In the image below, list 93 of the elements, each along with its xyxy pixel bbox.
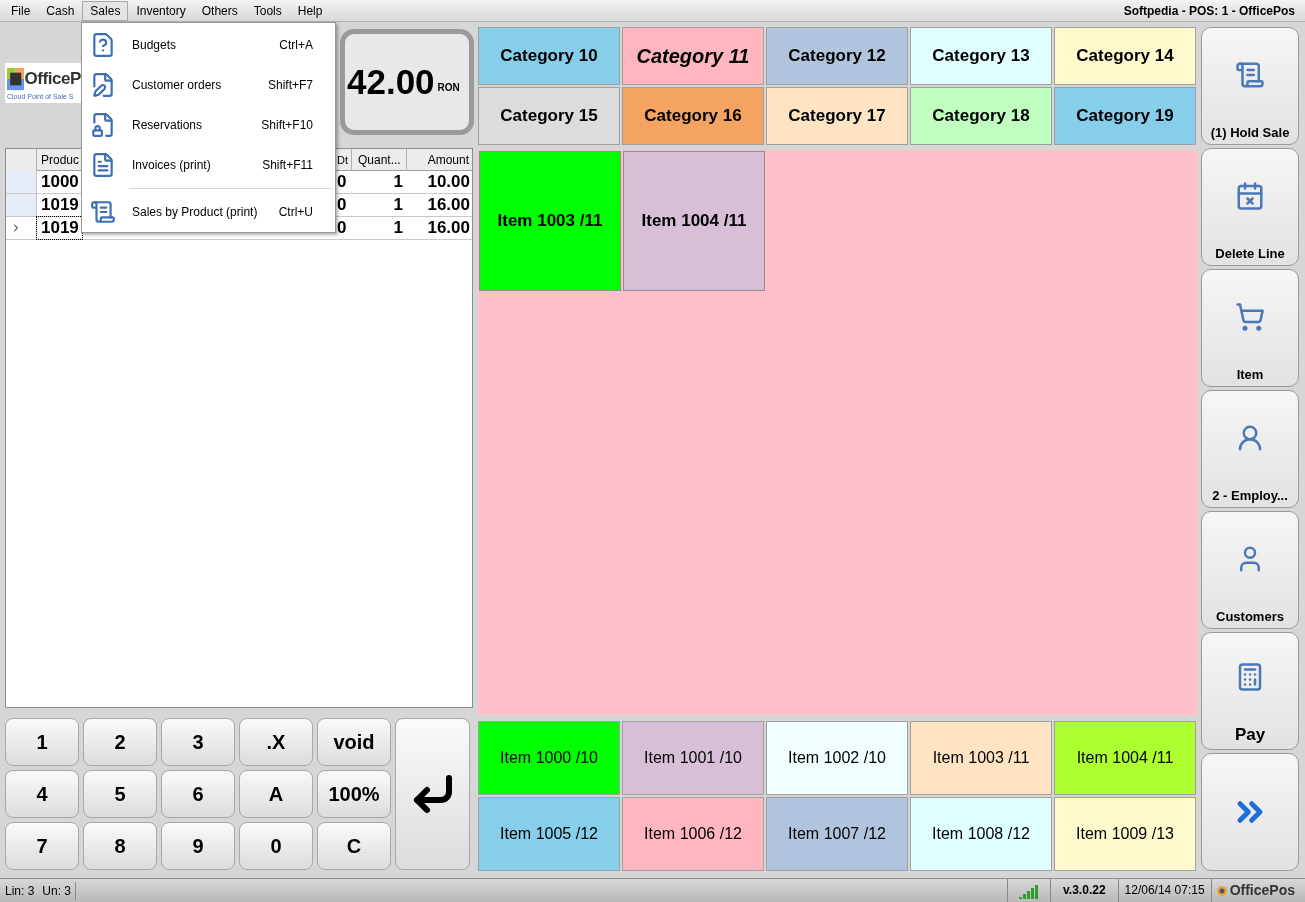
category-tab[interactable]: Category 19: [1054, 87, 1196, 145]
status-text: Un: 3: [34, 881, 77, 900]
category-tab[interactable]: Category 11: [622, 27, 764, 85]
item-button[interactable]: Item 1002 /10: [766, 721, 908, 795]
category-tab[interactable]: Category 13: [910, 27, 1052, 85]
category-tab[interactable]: Category 12: [766, 27, 908, 85]
column-header[interactable]: Produc: [37, 149, 82, 171]
table-cell-text: 0: [337, 171, 348, 193]
logo-name: OfficeP: [24, 68, 81, 91]
menu-entry[interactable]: Sales by Product (print) Ctrl+U: [82, 192, 335, 232]
menu-entry[interactable]: Reservations Shift+F10: [82, 105, 335, 145]
document-icon: [90, 199, 116, 225]
item-button[interactable]: Item 1005 /12: [478, 797, 620, 871]
item-button[interactable]: Item 1009 /13: [1054, 797, 1196, 871]
action-icon: [1235, 60, 1265, 91]
document-icon: [90, 112, 116, 138]
menu-entry[interactable]: Budgets Ctrl+A: [82, 25, 335, 65]
action-button[interactable]: Pay: [1201, 632, 1299, 750]
menu-item[interactable]: Cash: [38, 0, 83, 21]
total-amount: 42.00: [347, 60, 435, 103]
item-button[interactable]: Item 1004 /11: [623, 151, 765, 291]
item-button[interactable]: Item 1000 /10: [478, 721, 620, 795]
category-tab[interactable]: Category 16: [622, 87, 764, 145]
keypad-key[interactable]: 3: [161, 718, 235, 766]
keypad-key[interactable]: A: [239, 770, 313, 818]
menu-entry[interactable]: Invoices (print) Shift+F11: [82, 145, 335, 185]
category-tab[interactable]: Category 14: [1054, 27, 1196, 85]
column-header[interactable]: Quant...: [352, 149, 407, 171]
column-header[interactable]: Dt: [337, 149, 352, 171]
table-cell: 1019: [37, 217, 82, 239]
keypad-key[interactable]: void: [317, 718, 391, 766]
table-cell-text: 1: [392, 217, 404, 239]
keypad-key[interactable]: 8: [83, 822, 157, 870]
version-text: v.3.0.22: [1050, 879, 1118, 902]
category-tab[interactable]: Category 18: [910, 87, 1052, 145]
keypad-key[interactable]: 0: [239, 822, 313, 870]
table-cell-text: 10.00: [426, 171, 471, 193]
item-button[interactable]: Item 1007 /12: [766, 797, 908, 871]
table-cell-text: 1019: [40, 194, 80, 216]
document-icon: [90, 72, 116, 98]
item-button[interactable]: Item 1008 /12: [910, 797, 1052, 871]
logo-icon: [1215, 884, 1228, 897]
keypad-key[interactable]: 9: [161, 822, 235, 870]
category-tab[interactable]: Category 15: [478, 87, 620, 145]
action-button[interactable]: (1) Hold Sale: [1201, 27, 1299, 145]
menu-item[interactable]: Others: [193, 0, 246, 21]
table-cell-text: 1: [392, 171, 404, 193]
table-cell-text: 16.00: [426, 194, 471, 216]
keypad-key[interactable]: 100%: [317, 770, 391, 818]
keypad-key[interactable]: 5: [83, 770, 157, 818]
status-text: Lin: 3: [4, 882, 35, 900]
currency-label: RON: [437, 80, 460, 95]
menu-entry[interactable]: Customer orders Shift+F7: [82, 65, 335, 105]
column-header[interactable]: Amount: [407, 149, 473, 171]
menu-item[interactable]: Inventory: [128, 0, 194, 21]
keypad-key[interactable]: 2: [83, 718, 157, 766]
keypad-key[interactable]: 1: [5, 718, 79, 766]
item-button[interactable]: Item 1003 /11: [910, 721, 1052, 795]
category-tab[interactable]: Category 17: [766, 87, 908, 145]
enter-key[interactable]: [395, 718, 470, 870]
action-button[interactable]: 2 - Employ...: [1201, 390, 1299, 508]
menu-item[interactable]: Help: [289, 0, 331, 21]
category-tab[interactable]: Category 10: [478, 27, 620, 85]
window-title: Softpedia - POS: 1 - OfficePos: [1123, 2, 1295, 20]
item-button[interactable]: Item 1004 /11: [1054, 721, 1196, 795]
table-cell-text: 0: [337, 217, 348, 239]
table-cell-text: 0: [337, 194, 348, 216]
keypad-key[interactable]: 6: [161, 770, 235, 818]
table-cell-text: 1000: [40, 171, 80, 193]
item-button[interactable]: Item 1003 /11: [479, 151, 621, 291]
action-icon: [1235, 302, 1265, 333]
action-icon: [1235, 181, 1265, 212]
table-cell-text: 16.00: [426, 217, 471, 239]
action-button[interactable]: Item: [1201, 269, 1299, 387]
menu-item[interactable]: Sales: [82, 0, 129, 21]
menu-item[interactable]: Tools: [245, 0, 290, 21]
keypad-key[interactable]: C: [317, 822, 391, 870]
signal-icon: [1018, 882, 1041, 899]
brand-name: OfficePos: [1229, 881, 1295, 900]
keypad-key[interactable]: 7: [5, 822, 79, 870]
document-icon: [90, 32, 116, 58]
keypad-key[interactable]: 4: [5, 770, 79, 818]
table-cell-text: 1: [392, 194, 404, 216]
item-button[interactable]: Item 1001 /10: [622, 721, 764, 795]
document-icon: [90, 152, 116, 178]
action-button[interactable]: Delete Line: [1201, 148, 1299, 266]
date-time: 12/06/14 07:15: [1117, 879, 1211, 902]
action-button[interactable]: Customers: [1201, 511, 1299, 629]
next-page-button[interactable]: [1201, 753, 1299, 871]
keypad-key[interactable]: .X: [239, 718, 313, 766]
item-button[interactable]: Item 1006 /12: [622, 797, 764, 871]
logo-icon: [7, 65, 25, 93]
menu-item[interactable]: File: [3, 0, 39, 21]
